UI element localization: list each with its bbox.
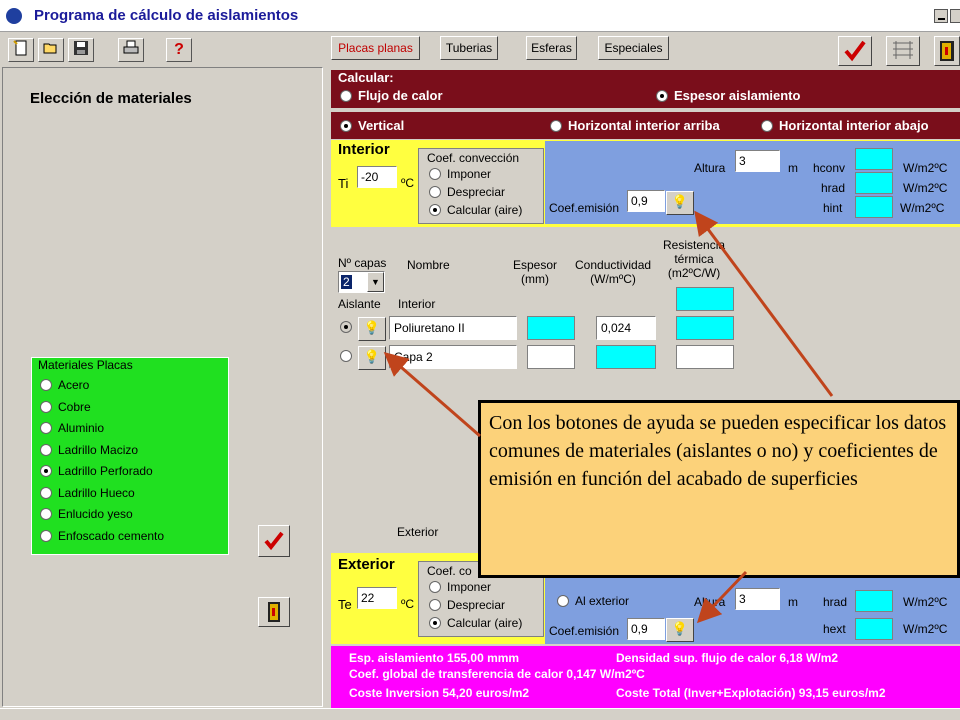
callout-arrows [383,210,834,624]
arrow-to-exterior-help [696,570,748,624]
status-bar [0,708,960,720]
arrow-to-interior-help [694,210,834,397]
arrow-to-layer-help [383,352,481,438]
